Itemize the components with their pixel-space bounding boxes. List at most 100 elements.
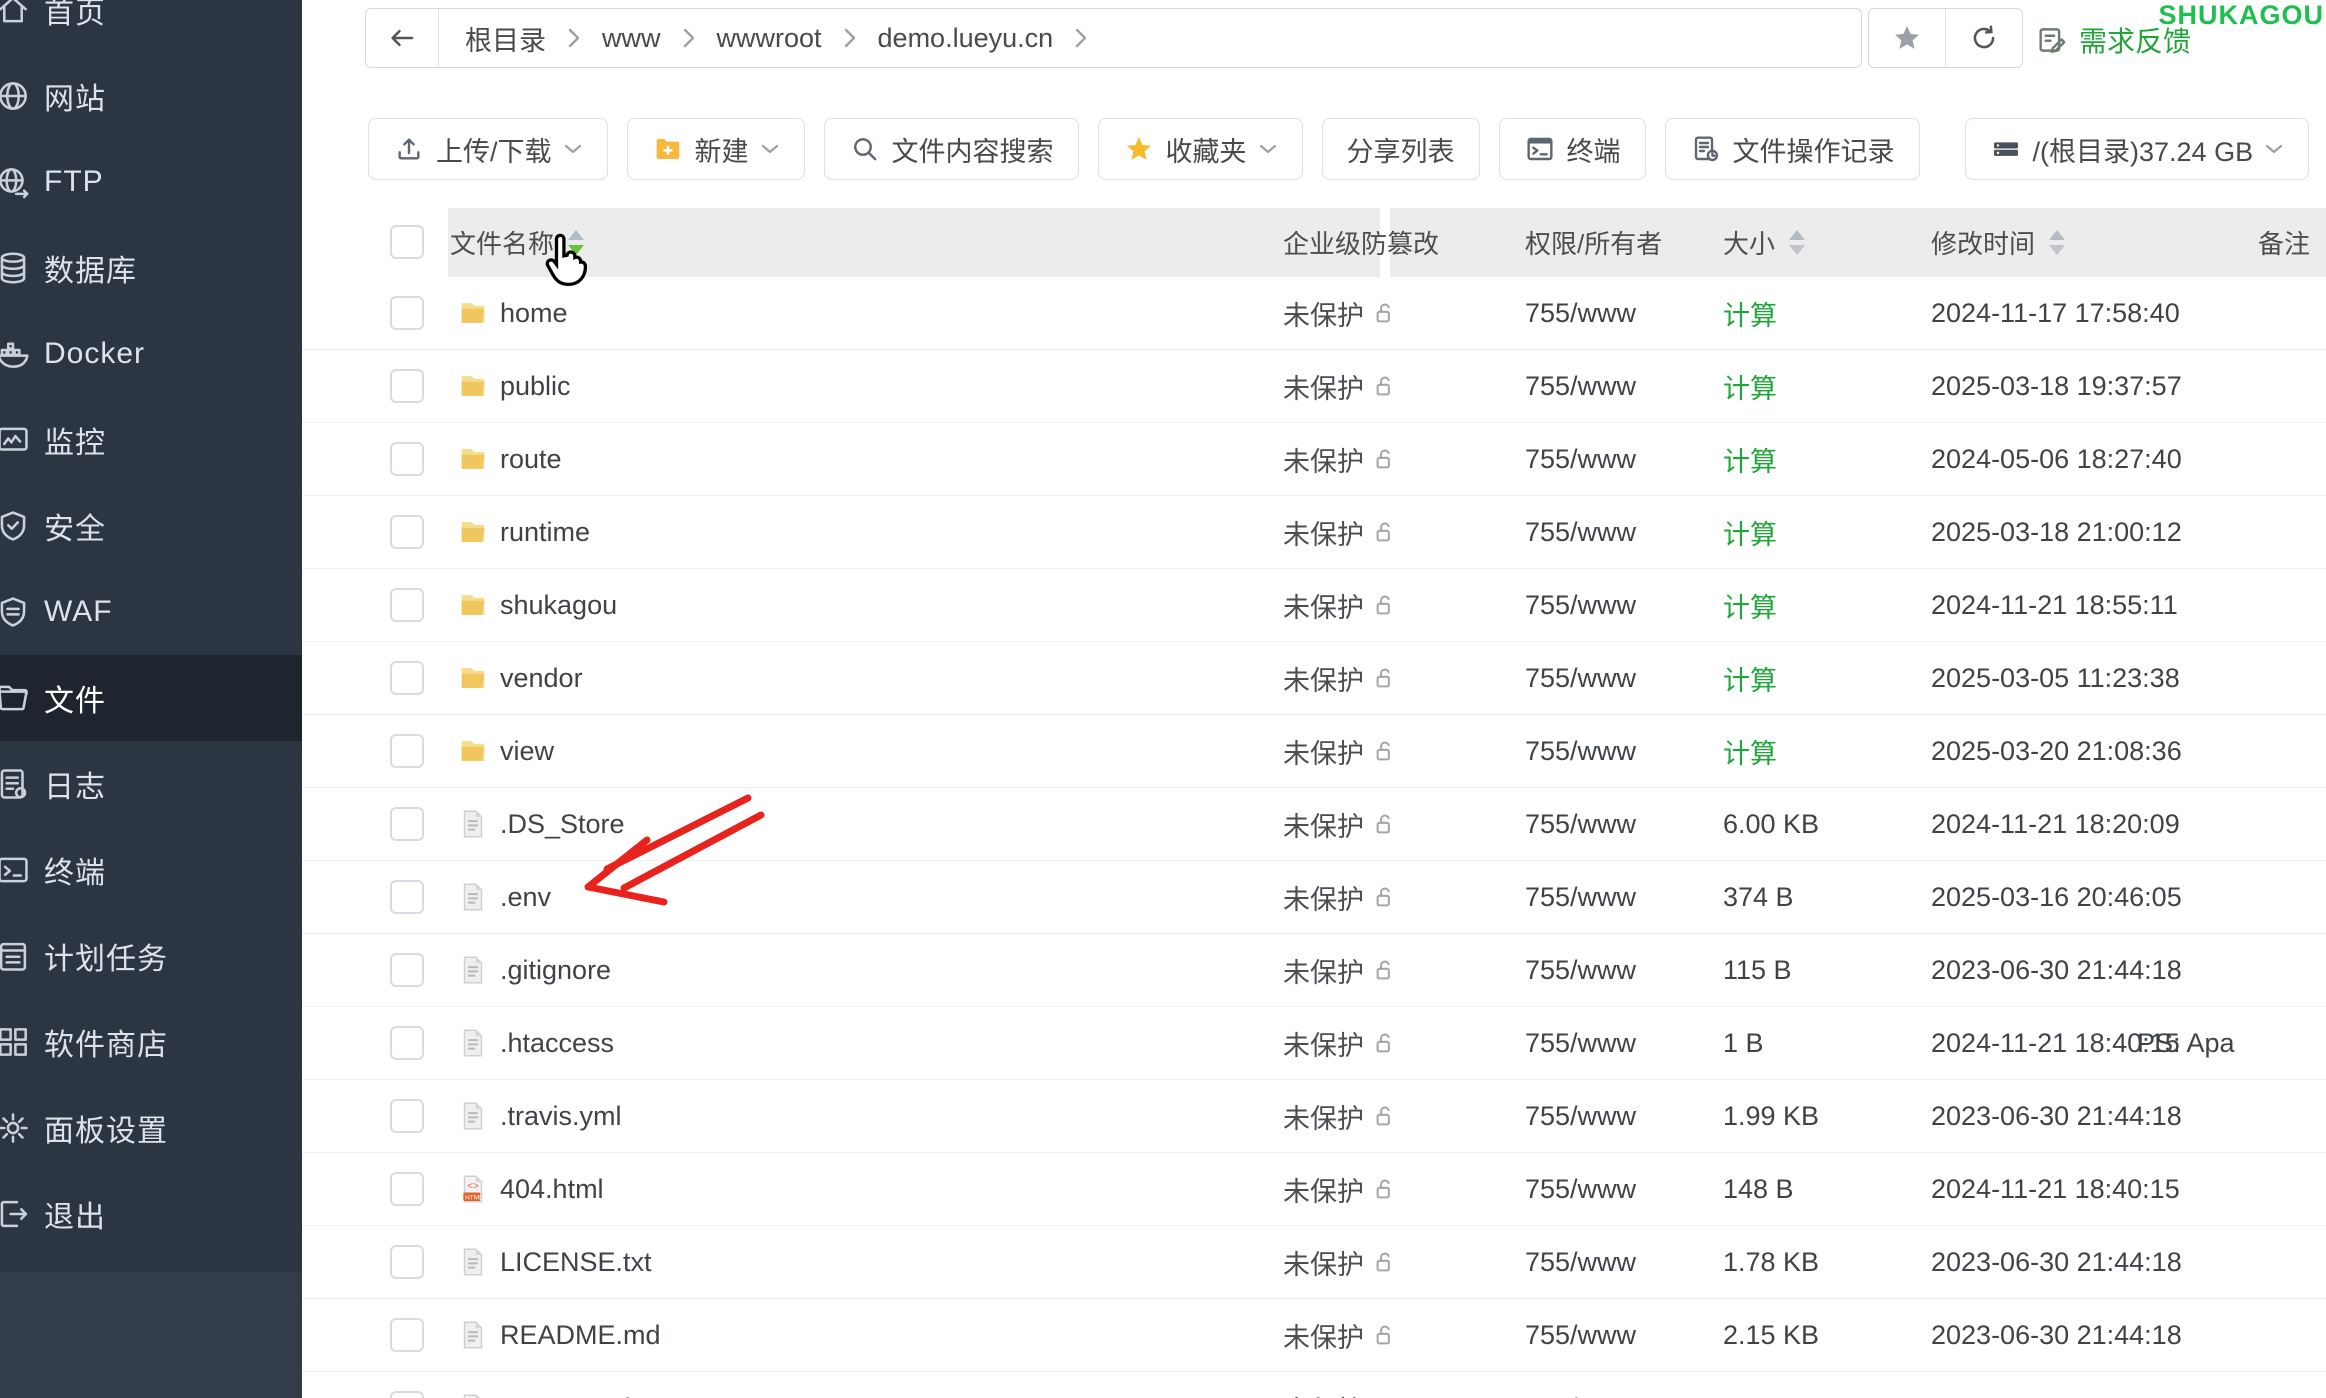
breadcrumb-item[interactable]: demo.lueyu.cn [878, 23, 1054, 54]
file-name[interactable]: home [500, 277, 568, 349]
row-checkbox[interactable] [390, 296, 424, 330]
tamper-status[interactable]: 未保护 [1283, 715, 1399, 787]
disk-icon [1990, 133, 2022, 165]
row-checkbox[interactable] [390, 1172, 424, 1206]
file-permission: 755/www [1525, 934, 1636, 1006]
sidebar-item-首页[interactable]: 首页 [0, 0, 302, 53]
sort-toggle-icon[interactable] [2049, 230, 2065, 255]
calc-size-link[interactable]: 计算 [1723, 367, 1777, 406]
calc-size-link[interactable]: 计算 [1723, 586, 1777, 625]
row-checkbox[interactable] [390, 734, 424, 768]
column-header-mtime[interactable]: 修改时间 [1931, 208, 2065, 277]
file-name[interactable]: view [500, 715, 554, 787]
row-checkbox[interactable] [390, 1318, 424, 1352]
tamper-status[interactable]: 未保护 [1283, 788, 1399, 860]
file-name[interactable]: composer.json [500, 1372, 674, 1398]
content-search-button[interactable]: 文件内容搜索 [824, 118, 1079, 180]
monitor-icon [0, 421, 32, 459]
row-checkbox[interactable] [390, 807, 424, 841]
file-name[interactable]: runtime [500, 496, 590, 568]
upload-icon [393, 133, 425, 165]
sidebar-item-监控[interactable]: 监控 [0, 397, 302, 483]
file-name[interactable]: shukagou [500, 569, 617, 641]
tamper-status[interactable]: 未保护 [1283, 569, 1399, 641]
row-checkbox[interactable] [390, 515, 424, 549]
tamper-status[interactable]: 未保护 [1283, 350, 1399, 422]
sidebar-item-日志[interactable]: 日志 [0, 741, 302, 827]
disk-select-button[interactable]: /(根目录)37.24 GB [1965, 118, 2310, 180]
row-checkbox[interactable] [390, 1245, 424, 1279]
calc-size-link[interactable]: 计算 [1723, 513, 1777, 552]
sidebar-item-终端[interactable]: 终端 [0, 827, 302, 913]
tamper-status[interactable]: 未保护 [1283, 1007, 1399, 1079]
column-header-size[interactable]: 大小 [1723, 208, 1805, 277]
tamper-status[interactable]: 未保护 [1283, 496, 1399, 568]
select-all-checkbox[interactable] [390, 225, 424, 259]
terminal-button[interactable]: 终端 [1499, 118, 1646, 180]
share-list-button[interactable]: 分享列表 [1322, 118, 1480, 180]
tamper-status[interactable]: 未保护 [1283, 861, 1399, 933]
file-name[interactable]: README.md [500, 1299, 661, 1371]
sidebar-item-网站[interactable]: 网站 [0, 53, 302, 139]
sidebar-item-文件[interactable]: 文件 [0, 655, 302, 741]
breadcrumb-item[interactable]: 根目录 [465, 19, 546, 58]
refresh-button[interactable] [1945, 9, 2022, 67]
file-name[interactable]: .htaccess [500, 1007, 614, 1079]
file-name[interactable]: 404.html [500, 1153, 604, 1225]
sidebar-item-Docker[interactable]: Docker [0, 311, 302, 397]
row-checkbox[interactable] [390, 1026, 424, 1060]
calc-size-link[interactable]: 计算 [1723, 732, 1777, 771]
upload-download-button[interactable]: 上传/下载 [368, 118, 608, 180]
file-name[interactable]: LICENSE.txt [500, 1226, 652, 1298]
calc-size-link[interactable]: 计算 [1723, 440, 1777, 479]
back-button[interactable] [366, 9, 439, 67]
tamper-status[interactable]: 未保护 [1283, 277, 1399, 349]
row-checkbox[interactable] [390, 369, 424, 403]
row-checkbox[interactable] [390, 880, 424, 914]
file-icon [456, 934, 490, 1006]
file-name[interactable]: .env [500, 861, 551, 933]
file-name[interactable]: .travis.yml [500, 1080, 622, 1152]
column-header-name[interactable]: 文件名称 [450, 208, 584, 277]
file-name[interactable]: public [500, 350, 571, 422]
row-checkbox[interactable] [390, 1099, 424, 1133]
tamper-status[interactable]: 未保护 [1283, 1226, 1399, 1298]
file-size: 计算 [1723, 350, 1777, 422]
breadcrumb-item[interactable]: www [602, 23, 661, 54]
file-permission: 755/www [1525, 569, 1636, 641]
sidebar-item-数据库[interactable]: 数据库 [0, 225, 302, 311]
calc-size-link[interactable]: 计算 [1723, 294, 1777, 333]
file-name[interactable]: route [500, 423, 562, 495]
sidebar-item-安全[interactable]: 安全 [0, 483, 302, 569]
tamper-status[interactable]: 未保护 [1283, 642, 1399, 714]
row-checkbox[interactable] [390, 953, 424, 987]
row-checkbox[interactable] [390, 661, 424, 695]
file-name[interactable]: .DS_Store [500, 788, 625, 860]
tamper-status[interactable]: 未保护 [1283, 1299, 1399, 1371]
row-checkbox[interactable] [390, 442, 424, 476]
sidebar-item-面板设置[interactable]: 面板设置 [0, 1085, 302, 1171]
lock-open-icon [1372, 665, 1399, 692]
new-button[interactable]: 新建 [627, 118, 805, 180]
breadcrumb-item[interactable]: wwwroot [717, 23, 822, 54]
file-name[interactable]: vendor [500, 642, 583, 714]
favorite-path-button[interactable] [1869, 9, 1945, 67]
sort-toggle-icon[interactable] [568, 230, 584, 255]
sidebar-item-计划任务[interactable]: 计划任务 [0, 913, 302, 999]
tamper-status[interactable]: 未保护 [1283, 1372, 1399, 1398]
row-checkbox[interactable] [390, 1391, 424, 1398]
calc-size-link[interactable]: 计算 [1723, 659, 1777, 698]
file-name[interactable]: .gitignore [500, 934, 611, 1006]
tamper-status[interactable]: 未保护 [1283, 423, 1399, 495]
row-checkbox[interactable] [390, 588, 424, 622]
tamper-status[interactable]: 未保护 [1283, 1153, 1399, 1225]
sidebar-item-软件商店[interactable]: 软件商店 [0, 999, 302, 1085]
file-oplog-button[interactable]: 文件操作记录 [1665, 118, 1920, 180]
sidebar-item-退出[interactable]: 退出 [0, 1171, 302, 1257]
tamper-status[interactable]: 未保护 [1283, 934, 1399, 1006]
sidebar-item-FTP[interactable]: FTP [0, 139, 302, 225]
tamper-status[interactable]: 未保护 [1283, 1080, 1399, 1152]
favorites-button[interactable]: 收藏夹 [1098, 118, 1303, 180]
sort-toggle-icon[interactable] [1789, 230, 1805, 255]
sidebar-item-WAF[interactable]: WAF [0, 569, 302, 655]
